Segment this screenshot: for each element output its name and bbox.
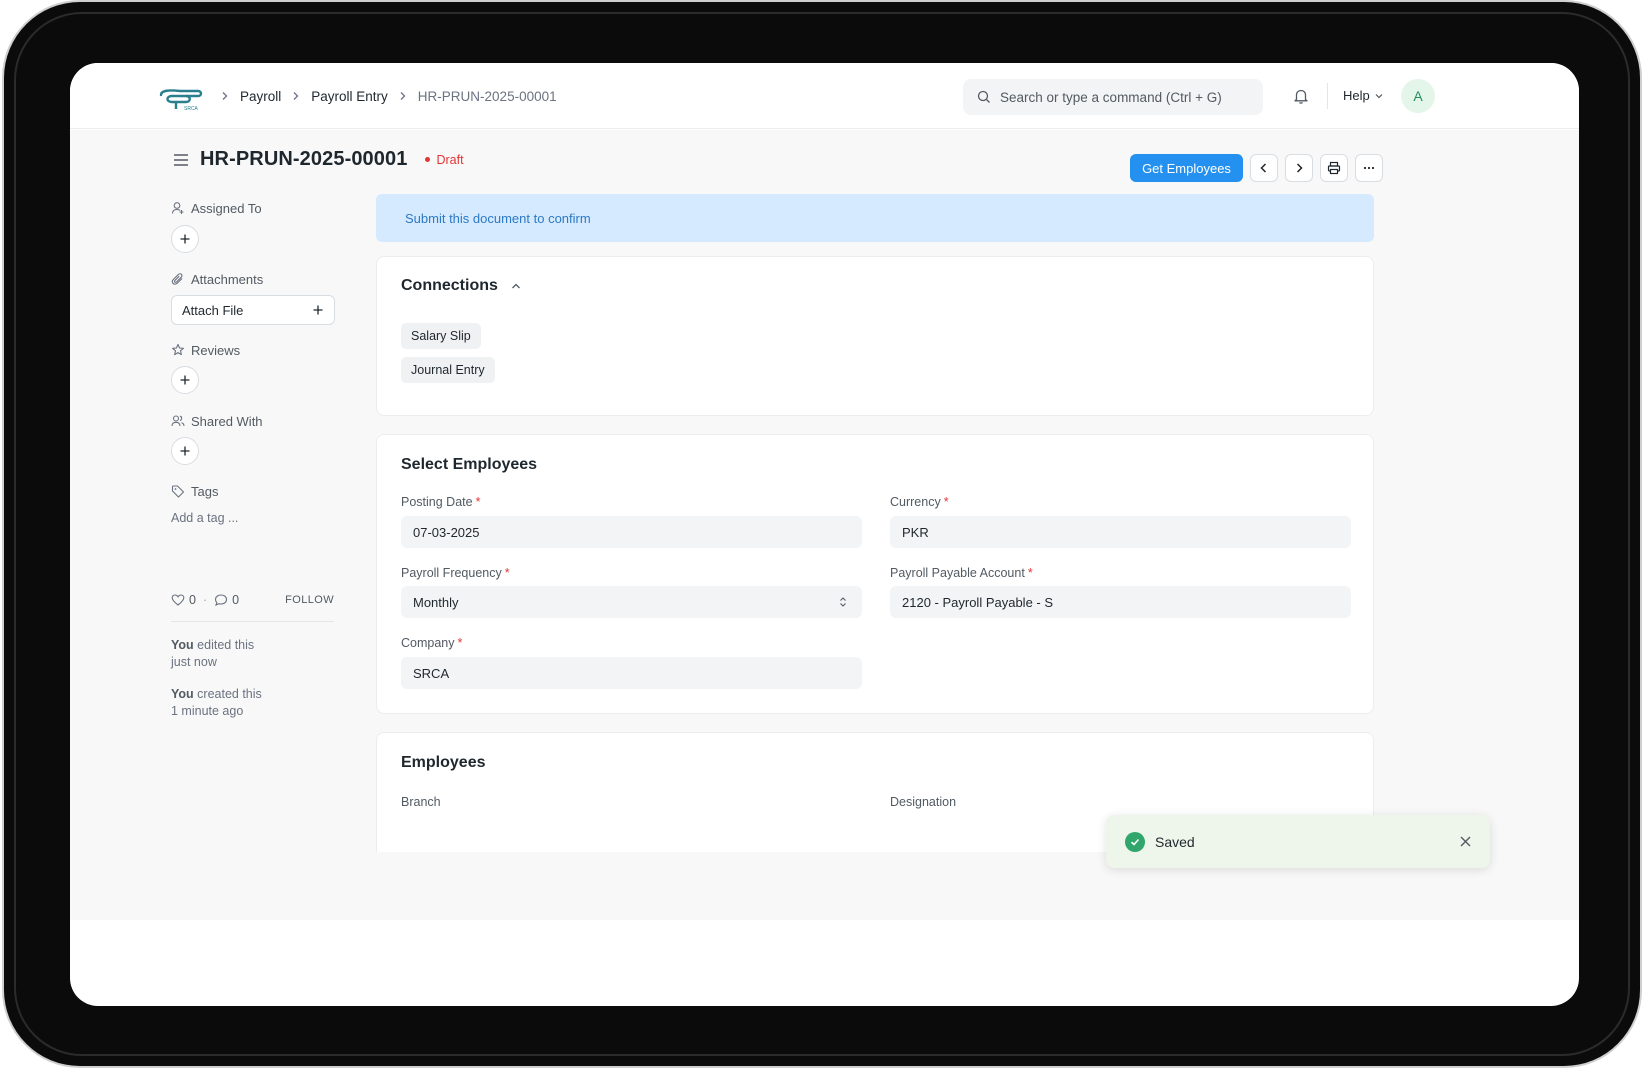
employees-title: Employees bbox=[401, 754, 486, 771]
breadcrumb-payroll-entry[interactable]: Payroll Entry bbox=[311, 89, 388, 104]
connection-salary-slip[interactable]: Salary Slip bbox=[401, 323, 481, 349]
connections-header[interactable]: Connections bbox=[401, 277, 522, 295]
share-button[interactable] bbox=[171, 437, 199, 465]
select-employees-title: Select Employees bbox=[401, 456, 538, 473]
plus-icon bbox=[180, 375, 190, 385]
payroll-frequency-select[interactable]: Monthly bbox=[401, 586, 862, 618]
chevron-right-icon bbox=[222, 92, 228, 100]
star-icon bbox=[172, 343, 184, 356]
chevron-right-icon bbox=[1296, 163, 1303, 173]
tags-label: Tags bbox=[171, 483, 218, 499]
add-assignee-button[interactable] bbox=[171, 225, 199, 253]
tag-icon bbox=[171, 485, 185, 498]
svg-text:SRCA: SRCA bbox=[184, 106, 199, 112]
payroll-payable-account-field[interactable]: 2120 - Payroll Payable - S bbox=[890, 586, 1351, 618]
chevron-right-icon bbox=[400, 92, 406, 100]
activity-created: You created this 1 minute ago bbox=[171, 687, 262, 718]
plus-icon bbox=[180, 234, 190, 244]
form-main: Submit this document to confirm Connecti… bbox=[376, 194, 1374, 852]
navbar: SRCA Payroll Payroll Entry HR-PRUN-2025-… bbox=[70, 63, 1579, 129]
chevron-down-icon bbox=[1375, 93, 1383, 98]
ellipsis-icon bbox=[1363, 166, 1375, 170]
add-tag-link[interactable]: Add a tag ... bbox=[171, 511, 238, 525]
currency-field[interactable]: PKR bbox=[890, 516, 1351, 548]
breadcrumb-current[interactable]: HR-PRUN-2025-00001 bbox=[418, 89, 557, 104]
comments-count: 0 bbox=[232, 593, 240, 607]
page-body: HR-PRUN-2025-00001 Draft Get Employees A… bbox=[70, 130, 1579, 920]
status-text: Draft bbox=[436, 152, 464, 167]
reviews-label: Reviews bbox=[171, 342, 240, 358]
menu-icon[interactable] bbox=[172, 153, 190, 167]
heart-icon[interactable] bbox=[171, 593, 185, 607]
posting-date-field[interactable]: 07-03-2025 bbox=[401, 516, 862, 548]
payroll-frequency-label: Payroll Frequency * bbox=[401, 566, 510, 580]
designation-label: Designation bbox=[890, 795, 957, 809]
printer-icon bbox=[1327, 161, 1341, 175]
breadcrumb: Payroll Payroll Entry HR-PRUN-2025-00001 bbox=[210, 86, 557, 106]
get-employees-button[interactable]: Get Employees bbox=[1130, 154, 1243, 182]
search-placeholder: Search or type a command (Ctrl + G) bbox=[1000, 89, 1222, 105]
comment-icon[interactable] bbox=[214, 593, 228, 607]
attach-file-label: Attach File bbox=[182, 302, 244, 318]
plus-icon bbox=[180, 446, 190, 456]
previous-doc-button[interactable] bbox=[1250, 154, 1278, 182]
screen: SRCA Payroll Payroll Entry HR-PRUN-2025-… bbox=[70, 63, 1579, 1006]
chevron-up-icon bbox=[511, 283, 520, 289]
tablet-frame: SRCA Payroll Payroll Entry HR-PRUN-2025-… bbox=[4, 2, 1640, 1066]
status-dot bbox=[425, 157, 431, 162]
posting-date-label: Posting Date * bbox=[401, 495, 481, 509]
connection-journal-entry[interactable]: Journal Entry bbox=[401, 357, 495, 383]
likes-comments: 0 · 0 bbox=[171, 593, 239, 607]
search-input[interactable]: Search or type a command (Ctrl + G) bbox=[963, 79, 1263, 115]
currency-label: Currency * bbox=[890, 495, 949, 509]
next-doc-button[interactable] bbox=[1285, 154, 1313, 182]
separator-dot: · bbox=[202, 593, 208, 607]
chevron-right-icon bbox=[293, 92, 299, 100]
page-header: HR-PRUN-2025-00001 Draft bbox=[172, 148, 464, 171]
likes-count: 0 bbox=[189, 593, 196, 607]
print-button[interactable] bbox=[1320, 154, 1348, 182]
help-label: Help bbox=[1343, 88, 1370, 103]
avatar[interactable]: A bbox=[1401, 79, 1435, 113]
status-badge: Draft bbox=[425, 152, 464, 167]
activity-edited: You edited this just now bbox=[171, 638, 255, 669]
branch-label: Branch bbox=[401, 795, 441, 809]
search-icon bbox=[977, 90, 990, 103]
paperclip-icon bbox=[171, 273, 183, 285]
user-icon bbox=[171, 202, 184, 214]
chevron-left-icon bbox=[1260, 163, 1267, 173]
page-title: HR-PRUN-2025-00001 bbox=[200, 148, 408, 170]
select-employees-section: Select Employees Posting Date * 07-03-202… bbox=[376, 434, 1374, 714]
close-icon[interactable] bbox=[1459, 835, 1472, 848]
payroll-frequency-value: Monthly bbox=[413, 594, 459, 610]
likes-comments-row: 0 · 0 FOLLOW bbox=[171, 593, 334, 607]
company-label: Company * bbox=[401, 636, 463, 650]
connections-section: Connections Salary Slip Journal Entry bbox=[376, 256, 1374, 416]
nav-divider bbox=[1327, 83, 1328, 109]
notification-bell-icon[interactable] bbox=[1292, 87, 1310, 105]
attach-file-button[interactable]: Attach File bbox=[171, 295, 335, 325]
app-logo-icon[interactable]: SRCA bbox=[158, 85, 204, 113]
toast-message: Saved bbox=[1155, 833, 1195, 850]
attachments-label: Attachments bbox=[171, 271, 263, 287]
sidebar-divider bbox=[171, 621, 334, 622]
users-icon bbox=[171, 415, 185, 427]
more-actions-button[interactable] bbox=[1355, 154, 1383, 182]
add-review-button[interactable] bbox=[171, 366, 199, 394]
plus-icon bbox=[313, 305, 323, 315]
assigned-to-label: Assigned To bbox=[171, 200, 262, 216]
check-circle-icon bbox=[1125, 831, 1145, 852]
help-dropdown[interactable]: Help bbox=[1343, 88, 1384, 103]
follow-button[interactable]: FOLLOW bbox=[285, 594, 334, 606]
submit-alert: Submit this document to confirm bbox=[376, 194, 1374, 242]
saved-toast: Saved bbox=[1106, 815, 1490, 868]
company-field[interactable]: SRCA bbox=[401, 657, 862, 689]
shared-with-label: Shared With bbox=[171, 413, 263, 429]
connections-title: Connections bbox=[401, 277, 498, 294]
select-arrows-icon bbox=[840, 597, 846, 607]
breadcrumb-payroll[interactable]: Payroll bbox=[240, 89, 281, 104]
payroll-payable-account-label: Payroll Payable Account * bbox=[890, 566, 1033, 580]
